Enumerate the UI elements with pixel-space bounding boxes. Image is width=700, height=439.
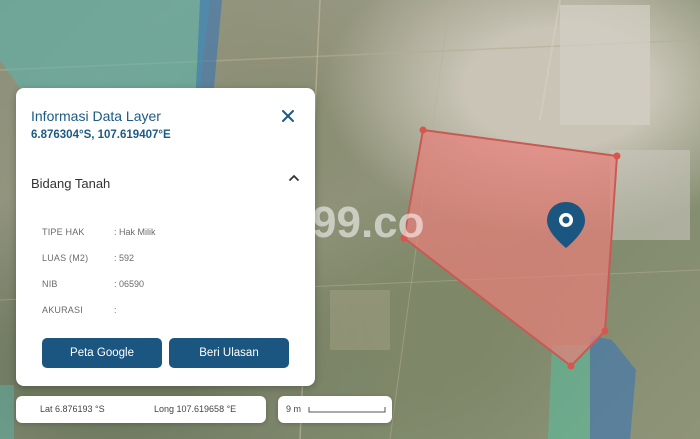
watermark: 99.co bbox=[312, 198, 425, 247]
longitude-readout: Long 107.619658 °E bbox=[154, 404, 237, 414]
panel-title: Informasi Data Layer bbox=[31, 108, 161, 124]
parcel-overlay-blue bbox=[196, 0, 222, 88]
parcel-vertex bbox=[419, 126, 427, 134]
close-button[interactable] bbox=[278, 106, 298, 126]
field-label-akurasi: AKURASI bbox=[42, 305, 83, 315]
parcel-vertex bbox=[567, 362, 575, 370]
parcel-overlay-blue-right bbox=[590, 335, 636, 439]
latitude-readout: Lat 6.876193 °S bbox=[40, 404, 105, 414]
field-value-tipe-hak: : Hak Milik bbox=[114, 227, 156, 237]
field-value-akurasi: : bbox=[114, 305, 117, 315]
field-value-luas: : 592 bbox=[114, 253, 135, 263]
field-label-tipe-hak: TIPE HAK bbox=[42, 227, 85, 237]
collapse-section-button[interactable] bbox=[284, 168, 304, 188]
google-map-button[interactable]: Peta Google bbox=[42, 338, 162, 368]
selected-parcel-polygon bbox=[402, 128, 619, 368]
panel-coordinates: 6.876304°S, 107.619407°E bbox=[31, 129, 171, 141]
scale-label: 9 m bbox=[286, 404, 302, 414]
close-icon bbox=[282, 110, 294, 122]
parcel-vertex bbox=[613, 152, 621, 160]
field-label-nib: NIB bbox=[42, 279, 58, 289]
field-value-nib: : 06590 bbox=[114, 279, 145, 289]
lat-long-readout: Lat 6.876193 °S Long 107.619658 °E bbox=[16, 396, 266, 423]
data-layer-info-panel: Informasi Data Layer 6.876304°S, 107.619… bbox=[16, 88, 315, 386]
section-title: Bidang Tanah bbox=[31, 176, 111, 191]
parcel-overlay-teal bbox=[0, 0, 210, 88]
scale-line bbox=[308, 407, 386, 413]
parcel-overlay-teal-left bbox=[0, 385, 14, 439]
parcel-vertex bbox=[601, 327, 609, 335]
field-label-luas: LUAS (M2) bbox=[42, 253, 89, 263]
map-scale: 9 m bbox=[278, 396, 392, 423]
chevron-up-icon bbox=[289, 175, 299, 181]
review-button[interactable]: Beri Ulasan bbox=[169, 338, 289, 368]
